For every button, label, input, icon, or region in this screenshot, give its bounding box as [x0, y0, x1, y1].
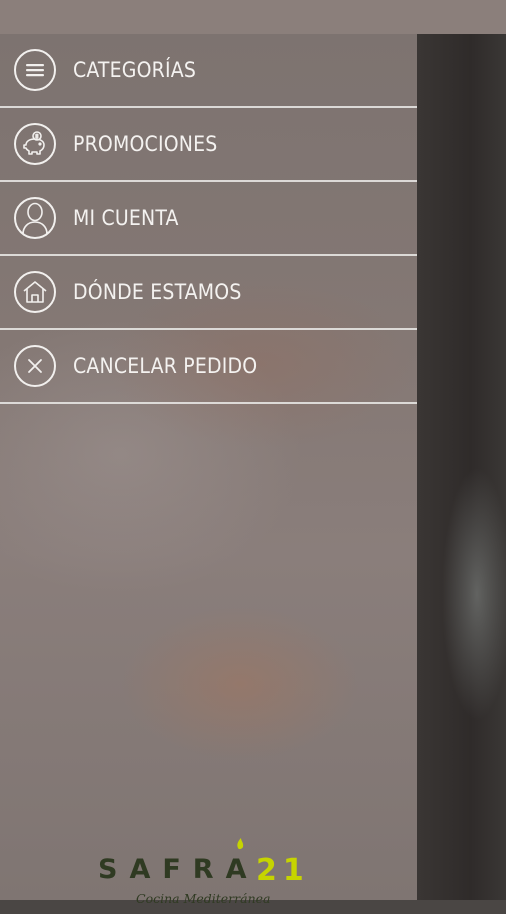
menu-item-label: DÓNDE ESTAMOS	[73, 280, 242, 304]
user-icon	[14, 197, 56, 239]
navigation-drawer: CATEGORÍAS PROMOCIONES MI CUENTA DÓNDE E…	[0, 34, 417, 906]
piggy-bank-icon	[14, 123, 56, 165]
svg-text:SAFRA: SAFRA	[98, 854, 258, 885]
menu-item-label: PROMOCIONES	[73, 132, 218, 156]
menu-item-label: MI CUENTA	[73, 206, 179, 230]
menu-item-label: CATEGORÍAS	[73, 58, 197, 82]
flame-icon	[237, 838, 244, 850]
menu-item-label: CANCELAR PEDIDO	[73, 354, 258, 378]
menu-item-donde-estamos[interactable]: DÓNDE ESTAMOS	[0, 256, 417, 330]
close-icon	[14, 345, 56, 387]
menu-item-mi-cuenta[interactable]: MI CUENTA	[0, 182, 417, 256]
content-scrim[interactable]	[417, 34, 506, 900]
status-bar	[0, 0, 506, 34]
svg-text:21: 21	[256, 853, 310, 888]
svg-text:Cocina Mediterránea: Cocina Mediterránea	[136, 891, 271, 906]
menu-item-categorias[interactable]: CATEGORÍAS	[0, 34, 417, 108]
menu-item-promociones[interactable]: PROMOCIONES	[0, 108, 417, 182]
drawer-menu: CATEGORÍAS PROMOCIONES MI CUENTA DÓNDE E…	[0, 34, 417, 404]
brand-logo: SAFRA 21 Cocina Mediterránea	[96, 834, 326, 914]
menu-item-cancelar-pedido[interactable]: CANCELAR PEDIDO	[0, 330, 417, 404]
menu-lines-icon	[14, 49, 56, 91]
home-icon	[14, 271, 56, 313]
